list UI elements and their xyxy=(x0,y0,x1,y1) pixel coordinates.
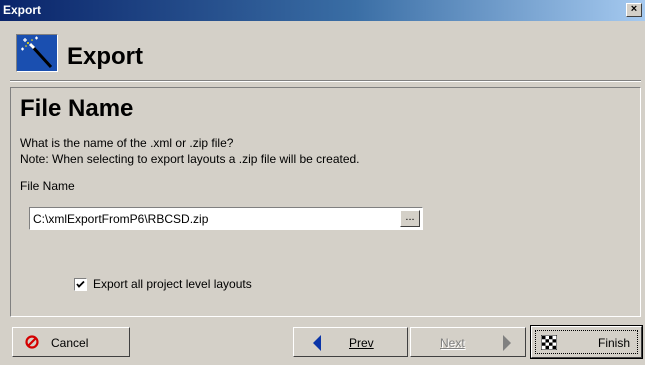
browse-ellipsis: ... xyxy=(405,211,415,223)
wizard-wand-icon xyxy=(16,34,58,72)
checkmark-icon xyxy=(76,280,85,288)
next-label: Next xyxy=(440,336,465,350)
page-title: File Name xyxy=(20,95,134,122)
cancel-icon xyxy=(25,335,39,349)
next-button[interactable]: Next xyxy=(410,327,526,357)
next-arrow-icon xyxy=(503,335,511,351)
export-layouts-label: Export all project level layouts xyxy=(93,277,252,291)
prev-label: Prev xyxy=(349,336,374,350)
question-text: What is the name of the .xml or .zip fil… xyxy=(20,136,234,150)
prev-button[interactable]: Prev xyxy=(293,327,408,357)
window-title: Export xyxy=(3,3,42,17)
cancel-label: Cancel xyxy=(51,336,89,350)
finish-flag-icon xyxy=(541,335,557,350)
close-button[interactable]: × xyxy=(626,3,642,17)
close-icon: × xyxy=(630,3,638,15)
note-text: Note: When selecting to export layouts a… xyxy=(20,152,360,166)
prev-arrow-icon xyxy=(313,335,321,351)
title-bar: Export × xyxy=(0,0,645,21)
file-name-label: File Name xyxy=(20,179,75,193)
browse-button[interactable]: ... xyxy=(400,210,420,227)
cancel-button[interactable]: Cancel xyxy=(12,327,130,357)
header-title: Export xyxy=(67,43,144,70)
file-name-input[interactable] xyxy=(29,207,423,230)
export-layouts-checkbox[interactable] xyxy=(74,278,87,291)
header-divider xyxy=(10,80,641,82)
wizard-header: Export xyxy=(0,21,645,81)
finish-label: Finish xyxy=(598,336,631,350)
finish-button[interactable]: Finish xyxy=(531,326,642,358)
